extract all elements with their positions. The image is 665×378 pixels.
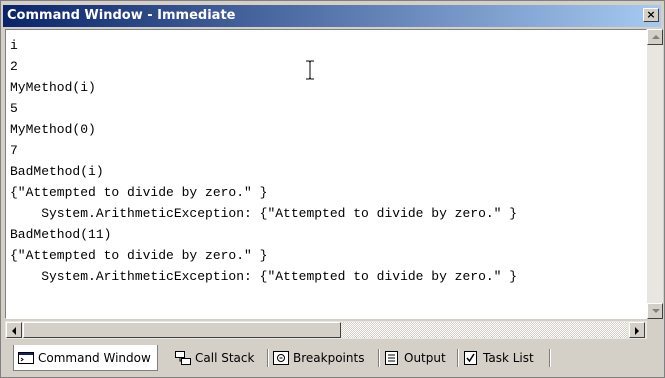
editor-line: BadMethod(11) bbox=[10, 227, 112, 242]
immediate-editor[interactable]: i 2 MyMethod(i) 5 MyMethod(0) 7 BadMetho… bbox=[5, 29, 647, 319]
editor-line: MyMethod(0) bbox=[10, 122, 96, 137]
close-button[interactable]: × bbox=[643, 8, 659, 22]
command-window-icon bbox=[18, 351, 34, 364]
vertical-scrollbar[interactable] bbox=[647, 29, 663, 319]
window-titlebar[interactable]: Command Window - Immediate × bbox=[3, 5, 661, 27]
editor-line: System.ArithmeticException: {"Attempted … bbox=[10, 206, 518, 221]
editor-line: 5 bbox=[10, 101, 18, 116]
output-icon bbox=[385, 351, 398, 365]
call-stack-icon bbox=[175, 351, 191, 365]
arrow-up-icon bbox=[652, 35, 660, 39]
text-cursor-icon bbox=[306, 60, 314, 80]
tab-command-window[interactable]: Command Window bbox=[13, 345, 158, 371]
command-window: Command Window - Immediate × i 2 MyMetho… bbox=[0, 0, 665, 378]
arrow-down-icon bbox=[652, 309, 660, 313]
editor-line: {"Attempted to divide by zero." } bbox=[10, 185, 268, 200]
tab-call-stack[interactable]: Call Stack bbox=[175, 345, 254, 371]
editor-line: System.ArithmeticException: {"Attempted … bbox=[10, 269, 518, 284]
editor-line: BadMethod(i) bbox=[10, 164, 104, 179]
editor-line: i bbox=[10, 38, 18, 53]
editor-lines: i 2 MyMethod(i) 5 MyMethod(0) 7 BadMetho… bbox=[10, 35, 517, 287]
size-grip bbox=[647, 321, 663, 339]
tab-breakpoints[interactable]: Breakpoints bbox=[273, 345, 364, 371]
tab-separator bbox=[457, 349, 459, 367]
tab-label: Call Stack bbox=[195, 351, 255, 365]
tab-separator bbox=[267, 349, 269, 367]
tab-task-list[interactable]: Task List bbox=[463, 345, 534, 371]
horizontal-scroll-thumb[interactable] bbox=[23, 322, 341, 338]
editor-line: MyMethod(i) bbox=[10, 80, 96, 95]
horizontal-scrollbar[interactable] bbox=[5, 321, 647, 339]
tool-window-tabs: Command Window Call Stack Breakpoints Ou… bbox=[5, 343, 663, 377]
scroll-up-button[interactable] bbox=[647, 29, 663, 45]
editor-line: {"Attempted to divide by zero." } bbox=[10, 248, 268, 263]
tab-label: Breakpoints bbox=[293, 351, 365, 365]
tab-output[interactable]: Output bbox=[384, 345, 446, 371]
tab-label: Command Window bbox=[38, 350, 151, 365]
editor-line: 2 bbox=[10, 59, 18, 74]
scroll-right-button[interactable] bbox=[629, 322, 645, 338]
horizontal-scroll-track[interactable] bbox=[342, 322, 627, 338]
window-title: Command Window - Immediate bbox=[7, 8, 236, 23]
tab-separator bbox=[549, 349, 551, 367]
tab-label: Task List bbox=[483, 351, 534, 365]
breakpoints-icon bbox=[273, 351, 289, 365]
task-list-icon bbox=[464, 351, 477, 365]
tab-separator bbox=[378, 349, 380, 367]
tab-label: Output bbox=[404, 351, 446, 365]
scroll-left-button[interactable] bbox=[6, 322, 22, 338]
arrow-left-icon bbox=[12, 327, 16, 335]
scroll-down-button[interactable] bbox=[647, 303, 663, 319]
arrow-right-icon bbox=[635, 327, 639, 335]
editor-line: 7 bbox=[10, 143, 18, 158]
